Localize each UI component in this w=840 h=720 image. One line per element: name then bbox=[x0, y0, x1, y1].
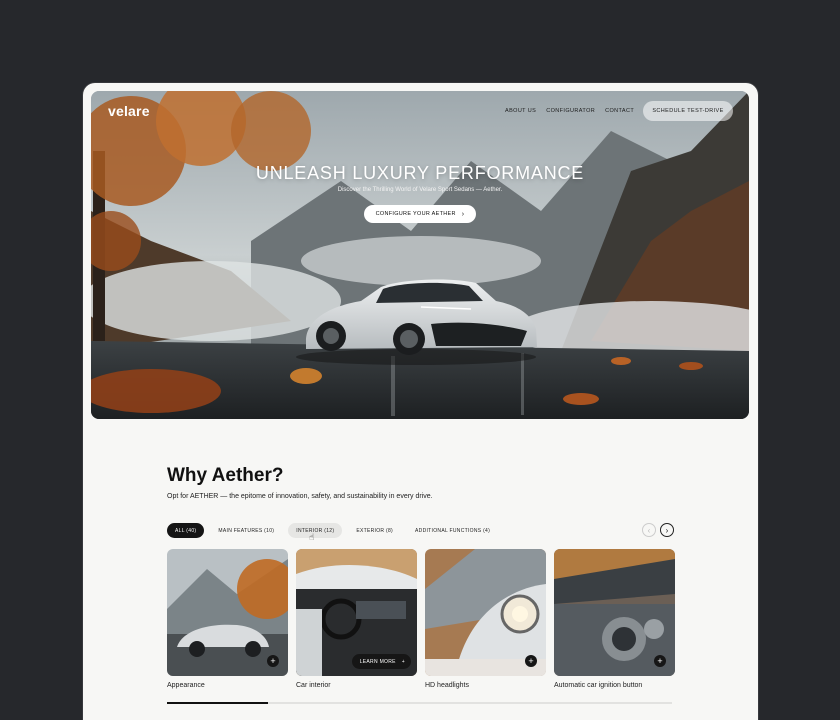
chevron-right-icon[interactable]: › bbox=[660, 523, 674, 537]
tab-main-features[interactable]: MAIN FEATURES (10) bbox=[210, 523, 282, 538]
hero-title: UNLEASH LUXURY PERFORMANCE bbox=[255, 163, 585, 183]
filter-tabs: ALL (40) MAIN FEATURES (10) INTERIOR (12… bbox=[167, 523, 498, 538]
chevron-right-icon: › bbox=[461, 210, 465, 218]
card-label: Car interior bbox=[296, 682, 331, 689]
tab-exterior[interactable]: EXTERIOR (8) bbox=[348, 523, 401, 538]
feature-card-appearance[interactable]: + Appearance bbox=[167, 549, 288, 689]
tab-interior[interactable]: INTERIOR (12) bbox=[288, 523, 343, 538]
carousel-progress-fill bbox=[167, 702, 268, 704]
nav-link-contact[interactable]: CONTACT bbox=[605, 108, 634, 114]
nav-link-configurator[interactable]: CONFIGURATOR bbox=[546, 108, 595, 114]
carousel-progress bbox=[167, 702, 672, 704]
schedule-test-drive-button[interactable]: SCHEDULE TEST-DRIVE bbox=[643, 101, 733, 121]
page-frame: velare ABOUT US CONFIGURATOR CONTACT SCH… bbox=[83, 83, 758, 720]
configure-button[interactable]: CONFIGURE YOUR AETHER › bbox=[364, 205, 476, 223]
learn-more-button[interactable]: LEARN MORE + bbox=[351, 654, 411, 669]
pointer-cursor-icon: ☝ bbox=[309, 532, 315, 542]
feature-card-ignition[interactable]: + Automatic car ignition button bbox=[554, 549, 675, 689]
feature-cards: + Appearance LEARN MORE + Car interior +… bbox=[167, 549, 675, 689]
card-label: Appearance bbox=[167, 682, 205, 689]
plus-icon[interactable]: + bbox=[654, 655, 666, 667]
main-nav: ABOUT US CONFIGURATOR CONTACT bbox=[505, 108, 644, 114]
configure-button-label: CONFIGURE YOUR AETHER bbox=[375, 211, 456, 217]
carousel-arrows: ‹ › bbox=[642, 523, 674, 537]
hero-subtitle: Discover the Thrilling World of Velare S… bbox=[337, 187, 503, 193]
nav-link-about[interactable]: ABOUT US bbox=[505, 108, 536, 114]
hero-section: velare ABOUT US CONFIGURATOR CONTACT SCH… bbox=[91, 91, 749, 419]
plus-icon[interactable]: + bbox=[267, 655, 279, 667]
learn-more-label: LEARN MORE bbox=[359, 658, 396, 665]
section-subtitle: Opt for AETHER — the epitome of innovati… bbox=[167, 493, 433, 500]
tab-all[interactable]: ALL (40) bbox=[167, 523, 205, 538]
card-image: + bbox=[425, 549, 546, 676]
card-image: + bbox=[554, 549, 675, 676]
plus-icon: + bbox=[401, 658, 405, 665]
card-label: Automatic car ignition button bbox=[554, 682, 643, 689]
chevron-left-icon[interactable]: ‹ bbox=[642, 523, 656, 537]
card-image: + bbox=[167, 549, 288, 676]
card-label: HD headlights bbox=[425, 682, 469, 689]
tab-additional-functions[interactable]: ADDITIONAL FUNCTIONS (4) bbox=[407, 523, 498, 538]
brand-logo[interactable]: velare bbox=[108, 103, 150, 119]
section-title: Why Aether? bbox=[167, 465, 284, 486]
feature-card-car-interior[interactable]: LEARN MORE + Car interior bbox=[296, 549, 417, 689]
feature-card-hd-headlights[interactable]: + HD headlights bbox=[425, 549, 546, 689]
plus-icon[interactable]: + bbox=[525, 655, 537, 667]
hero-image bbox=[91, 91, 749, 419]
card-image: LEARN MORE + bbox=[296, 549, 417, 676]
